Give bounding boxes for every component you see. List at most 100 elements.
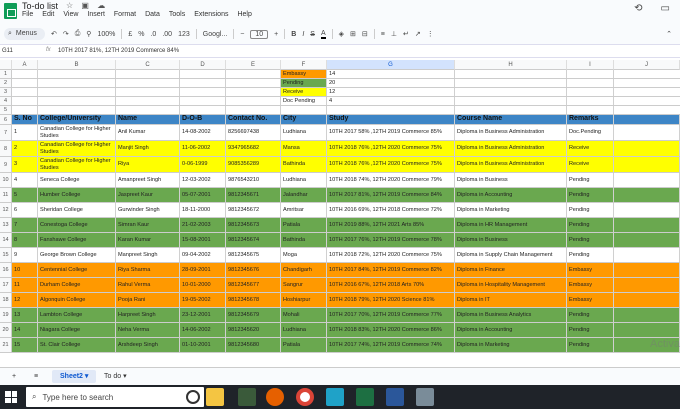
cell-no[interactable]: 8 [12, 233, 38, 247]
grid-cell[interactable] [614, 218, 680, 232]
cell-course[interactable]: Diploma in Business Administration [455, 141, 567, 156]
cell-city[interactable]: Mohali [281, 308, 327, 322]
more-icon[interactable]: ⋮ [427, 30, 434, 38]
cell-city[interactable]: Ludhiana [281, 125, 327, 140]
grid-cell[interactable] [226, 88, 281, 96]
grid-cell[interactable] [116, 97, 180, 105]
cell-dob[interactable]: 01-10-2001 [180, 338, 226, 352]
cell-name[interactable]: Riya [116, 157, 180, 172]
column-header-i[interactable]: I [567, 60, 614, 70]
grid-cell[interactable] [614, 263, 680, 277]
cell-no[interactable]: 10 [12, 263, 38, 277]
column-header-e[interactable]: E [226, 60, 281, 70]
menu-insert[interactable]: Insert [87, 11, 105, 18]
grid-cell[interactable] [180, 88, 226, 96]
percent-button[interactable]: % [138, 31, 144, 38]
cell-no[interactable]: 15 [12, 338, 38, 352]
cell-city[interactable]: Bathinda [281, 157, 327, 172]
formula-input[interactable]: 10TH 2017 81%, 12TH 2019 Commerce 84% [58, 48, 179, 54]
cell-contact[interactable]: 9812345677 [226, 278, 281, 292]
legend-count[interactable]: 14 [327, 70, 455, 78]
header-cell-5[interactable]: Contact No. [226, 115, 281, 124]
cell-name[interactable]: Anil Kumar [116, 125, 180, 140]
legend-count[interactable]: 20 [327, 79, 455, 87]
grid-cell[interactable] [12, 79, 38, 87]
cell-course[interactable]: Diploma in Business Administration [455, 125, 567, 140]
cell-name[interactable]: Gurwinder Singh [116, 203, 180, 217]
sheets-logo-icon[interactable] [4, 3, 17, 19]
cell-college[interactable]: George Brown College [38, 248, 116, 262]
row-number[interactable]: 7 [0, 125, 12, 140]
text-color-button[interactable]: A [320, 30, 326, 39]
cell-remarks[interactable]: Pending [567, 203, 614, 217]
cell-no[interactable]: 13 [12, 308, 38, 322]
row-number[interactable]: 9 [0, 157, 12, 172]
cell-name[interactable]: Rahul Verma [116, 278, 180, 292]
number-format-button[interactable]: 123 [178, 31, 190, 38]
star-icon[interactable]: ☆ [66, 1, 73, 10]
column-header-g[interactable]: G [327, 60, 455, 70]
column-header-j[interactable]: J [614, 60, 680, 70]
font-size-input[interactable]: 10 [250, 29, 269, 39]
grid-cell[interactable] [327, 106, 455, 114]
bold-button[interactable]: B [291, 31, 296, 38]
grid-cell[interactable] [567, 70, 614, 78]
cell-course[interactable]: Diploma in Business [455, 173, 567, 187]
cell-contact[interactable]: 9812345675 [226, 248, 281, 262]
cell-name[interactable]: Manpreet Singh [116, 248, 180, 262]
legend-count[interactable]: 12 [327, 88, 455, 96]
row-number[interactable]: 21 [0, 338, 12, 352]
row-number[interactable]: 16 [0, 263, 12, 277]
cell-study[interactable]: 10TH 2018 83%, 12TH 2020 Commerce 86% [327, 323, 455, 337]
header-cell-7[interactable]: Study [327, 115, 455, 124]
grid-cell[interactable] [12, 70, 38, 78]
cell-course[interactable]: Diploma in Marketing [455, 338, 567, 352]
calculator-icon[interactable] [416, 388, 434, 406]
cell-no[interactable]: 6 [12, 203, 38, 217]
header-cell-9[interactable]: Remarks [567, 115, 614, 124]
row-number[interactable]: 13 [0, 218, 12, 232]
grid-cell[interactable] [614, 141, 680, 156]
cell-study[interactable]: 10TH 2017 84%, 12TH 2019 Commerce 82% [327, 263, 455, 277]
currency-button[interactable]: £ [128, 31, 132, 38]
cell-study[interactable]: 10TH 2017 58% ,12TH 2019 Commerce 85% [327, 125, 455, 140]
cell-dob[interactable]: 23-12-2001 [180, 308, 226, 322]
cell-city[interactable]: Chandigarh [281, 263, 327, 277]
cell-no[interactable]: 14 [12, 323, 38, 337]
cell-no[interactable]: 9 [12, 248, 38, 262]
legend-label[interactable]: Doc Pending [281, 97, 327, 105]
cell-course[interactable]: Diploma in Accounting [455, 323, 567, 337]
cell-remarks[interactable]: Pending [567, 173, 614, 187]
cell-no[interactable]: 3 [12, 157, 38, 172]
row-number[interactable]: 5 [0, 106, 12, 114]
cell-contact[interactable]: 9812345674 [226, 233, 281, 247]
menu-help[interactable]: Help [237, 11, 251, 18]
cell-study[interactable]: 10TH 2018 79%, 12TH 2020 Science 81% [327, 293, 455, 307]
cell-course[interactable]: Diploma in HR Management [455, 218, 567, 232]
cell-course[interactable]: Diploma in Supply Chain Management [455, 248, 567, 262]
header-cell-2[interactable]: College/University [38, 115, 116, 124]
header-cell-3[interactable]: Name [116, 115, 180, 124]
cell-name[interactable]: Arshdeep Singh [116, 338, 180, 352]
cell-college[interactable]: Seneca College [38, 173, 116, 187]
grid-cell[interactable] [567, 88, 614, 96]
cell-name[interactable]: Neha Verma [116, 323, 180, 337]
grid-cell[interactable] [38, 70, 116, 78]
app-p-icon[interactable] [326, 388, 344, 406]
cell-name[interactable]: Simran Kaur [116, 218, 180, 232]
grid-cell[interactable] [226, 106, 281, 114]
row-number[interactable]: 6 [0, 115, 12, 124]
cell-dob[interactable]: 14-08-2002 [180, 125, 226, 140]
font-size-decrease-icon[interactable]: − [240, 31, 244, 38]
cell-dob[interactable]: 12-03-2002 [180, 173, 226, 187]
cell-dob[interactable]: 28-09-2001 [180, 263, 226, 277]
cell-remarks[interactable]: Doc.Pending [567, 125, 614, 140]
cell-study[interactable]: 10TH 2017 70%, 12TH 2019 Commerce 77% [327, 308, 455, 322]
cell-course[interactable]: Diploma in Accounting [455, 188, 567, 202]
firefox-icon[interactable] [266, 388, 284, 406]
cell-study[interactable]: 10TH 2016 69%, 12TH 2018 Commerce 72% [327, 203, 455, 217]
cell-contact[interactable]: 9876543210 [226, 173, 281, 187]
column-header-c[interactable]: C [116, 60, 180, 70]
cell-remarks[interactable]: Embassy [567, 278, 614, 292]
document-title[interactable]: To-do list [22, 1, 58, 11]
